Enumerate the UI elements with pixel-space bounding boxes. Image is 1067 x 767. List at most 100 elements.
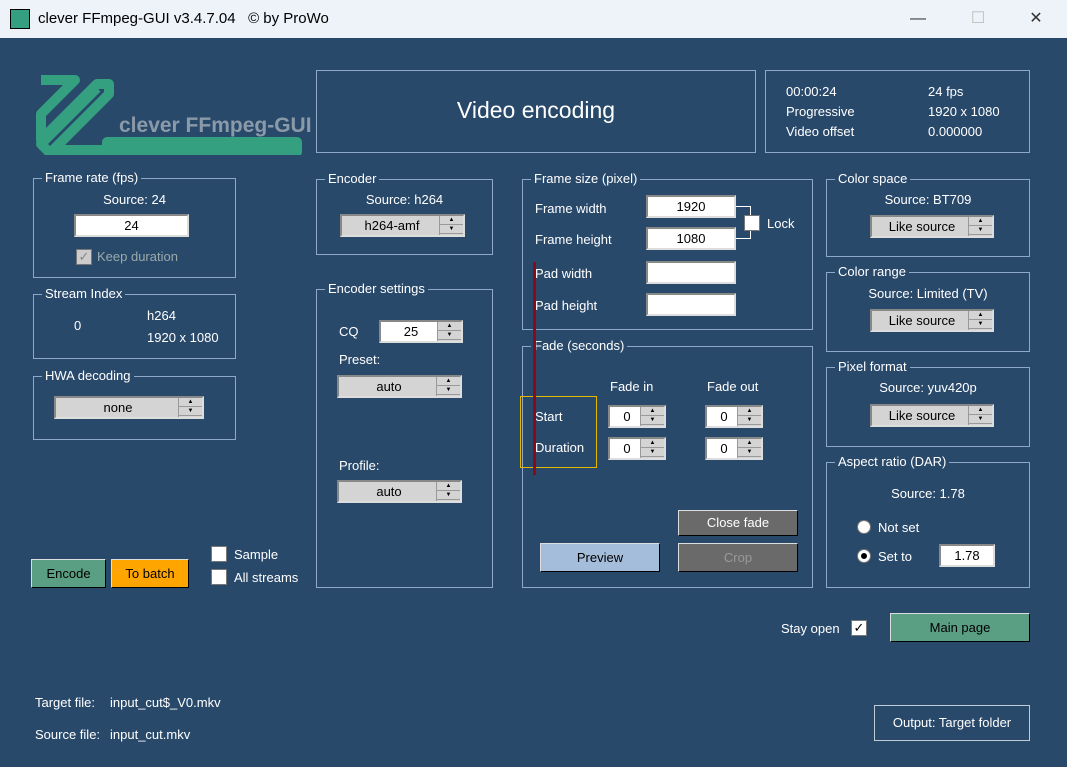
pad-width-label: Pad width — [535, 266, 593, 281]
lock-label: Lock — [767, 216, 795, 231]
fade-legend: Fade (seconds) — [531, 338, 628, 353]
close-button[interactable]: ✕ — [1013, 0, 1059, 38]
pixel-format-group: Pixel format Source: yuv420p Like source… — [826, 359, 1030, 447]
title-bar: clever FFmpeg-GUI v3.4.7.04 © by ProWo —… — [0, 0, 1067, 38]
app-icon — [10, 9, 30, 29]
not-set-radio[interactable] — [857, 520, 871, 534]
stream-index-legend: Stream Index — [42, 286, 126, 301]
color-range-select[interactable]: Like source ▲ ▼ — [870, 309, 994, 332]
frame-width-input[interactable]: 1920 — [646, 195, 736, 218]
output-target-folder-button[interactable]: Output: Target folder — [874, 705, 1030, 741]
color-space-source: Source: BT709 — [884, 192, 972, 207]
offset-value: 0.000000 — [928, 124, 983, 139]
target-file-label: Target file: — [35, 695, 95, 710]
frame-rate-input[interactable]: 24 — [74, 214, 189, 237]
all-streams-checkbox[interactable] — [211, 569, 227, 585]
color-space-group: Color space Source: BT709 Like source ▲ ▼ — [826, 171, 1030, 257]
to-batch-button[interactable]: To batch — [111, 559, 189, 588]
color-space-select[interactable]: Like source ▲ ▼ — [870, 215, 994, 238]
color-range-group: Color range Source: Limited (TV) Like so… — [826, 264, 1030, 352]
pad-width-input[interactable] — [646, 261, 736, 284]
encoder-source: Source: h264 — [365, 192, 444, 207]
preset-label: Preset: — [339, 352, 381, 367]
stream-resolution: 1920 x 1080 — [147, 330, 219, 345]
encoder-settings-group: Encoder settings CQ 25 ▲ ▼ Preset: auto ▲ ▼ … — [316, 281, 493, 588]
pixel-format-legend: Pixel format — [835, 359, 910, 374]
encode-button[interactable]: Encode — [31, 559, 106, 588]
fade-out-header: Fade out — [707, 379, 759, 394]
main-page-button[interactable]: Main page — [890, 613, 1030, 642]
frame-height-label: Frame height — [535, 232, 612, 247]
source-file-value: input_cut.mkv — [110, 727, 191, 742]
fade-in-duration-spinner[interactable]: 0 ▲ ▼ — [608, 437, 666, 460]
frame-size-group: Frame size (pixel) Frame width 1920 Fram… — [522, 171, 813, 330]
header-panel: Video encoding — [316, 70, 756, 153]
crop-button: Crop — [678, 543, 798, 572]
logo-mark-icon — [36, 75, 302, 155]
offset-label: Video offset — [786, 124, 855, 139]
target-file-value: input_cut$_V0.mkv — [110, 695, 221, 710]
frame-height-input[interactable]: 1080 — [646, 227, 736, 250]
hwa-legend: HWA decoding — [42, 368, 134, 383]
frame-rate-group: Frame rate (fps) Source: 24 24 ✓ Keep du… — [33, 170, 236, 278]
sample-checkbox[interactable] — [211, 546, 227, 562]
keep-duration-label: Keep duration — [97, 249, 178, 264]
aspect-value-input[interactable]: 1.78 — [939, 544, 995, 567]
preset-select[interactable]: auto ▲ ▼ — [337, 375, 462, 398]
info-panel: 00:00:24 24 fps Progressive 1920 x 1080 … — [765, 70, 1030, 153]
maximize-button[interactable]: ☐ — [955, 0, 1001, 38]
aspect-source: Source: 1.78 — [891, 486, 965, 501]
pad-height-label: Pad height — [535, 298, 598, 313]
aspect-ratio-legend: Aspect ratio (DAR) — [835, 454, 950, 469]
preview-button[interactable]: Preview — [540, 543, 660, 572]
stream-codec: h264 — [147, 308, 176, 323]
minimize-button[interactable]: — — [895, 0, 941, 38]
scan-type: Progressive — [786, 104, 855, 119]
not-set-label: Not set — [878, 520, 920, 535]
fade-out-start-spinner[interactable]: 0 ▲ ▼ — [705, 405, 763, 428]
set-to-radio[interactable] — [857, 549, 871, 563]
fade-in-start-spinner[interactable]: 0 ▲ ▼ — [608, 405, 666, 428]
encoder-group: Encoder Source: h264 h264-amf ▲ ▼ — [316, 171, 493, 255]
fps-value: 24 fps — [928, 84, 964, 99]
frame-rate-source: Source: 24 — [103, 192, 166, 207]
color-range-legend: Color range — [835, 264, 909, 279]
all-streams-label: All streams — [234, 570, 299, 585]
frame-size-legend: Frame size (pixel) — [531, 171, 641, 186]
profile-label: Profile: — [339, 458, 380, 473]
stream-index-group: Stream Index 0 h264 1920 x 1080 — [33, 286, 236, 359]
frame-width-label: Frame width — [535, 201, 607, 216]
cq-label: CQ — [339, 324, 359, 339]
source-file-label: Source file: — [35, 727, 101, 742]
encoder-legend: Encoder — [325, 171, 380, 186]
fade-out-duration-spinner[interactable]: 0 ▲ ▼ — [705, 437, 763, 460]
pixel-format-select[interactable]: Like source ▲ ▼ — [870, 404, 994, 427]
fade-label-highlight — [520, 396, 597, 468]
fade-in-header: Fade in — [610, 379, 654, 394]
cq-spinner[interactable]: 25 ▲ ▼ — [379, 320, 463, 343]
hwa-decoding-group: HWA decoding none ▲ ▼ — [33, 368, 236, 440]
stream-index-value: 0 — [74, 318, 82, 333]
color-range-source: Source: Limited (TV) — [868, 286, 988, 301]
pixel-format-source: Source: yuv420p — [879, 380, 977, 395]
encoder-select[interactable]: h264-amf ▲ ▼ — [340, 214, 465, 237]
resolution-value: 1920 x 1080 — [928, 104, 1000, 119]
frame-rate-legend: Frame rate (fps) — [42, 170, 142, 185]
hwa-select[interactable]: none ▲ ▼ — [54, 396, 204, 419]
marker-line — [533, 262, 536, 475]
set-to-label: Set to — [878, 549, 912, 564]
window-title: clever FFmpeg-GUI v3.4.7.04 © by ProWo — [38, 10, 329, 27]
profile-select[interactable]: auto ▲ ▼ — [337, 480, 462, 503]
stay-open-checkbox[interactable]: ✓ — [851, 620, 867, 636]
encoder-settings-legend: Encoder settings — [325, 281, 428, 296]
aspect-ratio-group: Aspect ratio (DAR) Source: 1.78 Not set … — [826, 454, 1030, 588]
pad-height-input[interactable] — [646, 293, 736, 316]
lock-checkbox[interactable] — [744, 215, 760, 231]
close-fade-button[interactable]: Close fade — [678, 510, 798, 536]
stay-open-label: Stay open — [781, 621, 840, 636]
page-title: Video encoding — [456, 97, 616, 123]
logo: clever FFmpeg-GUI — [35, 70, 312, 155]
color-space-legend: Color space — [835, 171, 911, 186]
keep-duration-checkbox[interactable]: ✓ — [76, 249, 92, 265]
duration-value: 00:00:24 — [786, 84, 837, 99]
